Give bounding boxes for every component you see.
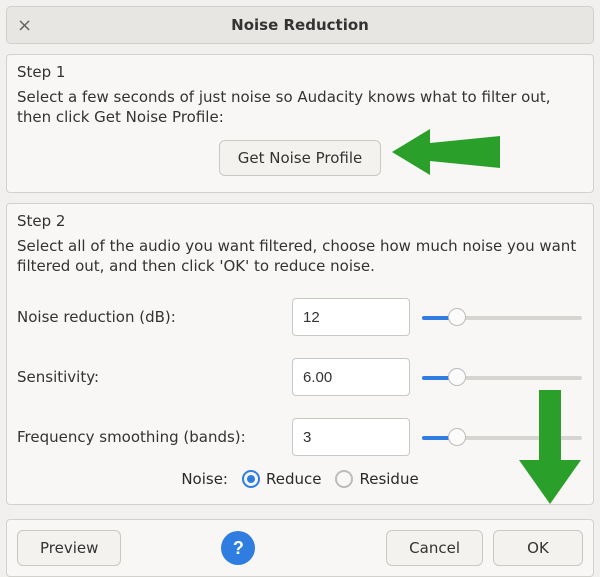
noise-mode-label: Noise: — [181, 470, 228, 488]
get-noise-profile-button[interactable]: Get Noise Profile — [219, 140, 382, 176]
noise-reduction-row: Noise reduction (dB): — [17, 298, 583, 336]
step2-group: Step 2 Select all of the audio you want … — [6, 203, 594, 506]
freq-smoothing-label: Frequency smoothing (bands): — [17, 428, 282, 446]
window-title: Noise Reduction — [7, 16, 593, 34]
titlebar: × Noise Reduction — [6, 6, 594, 44]
radio-dot-icon — [335, 470, 353, 488]
cancel-button[interactable]: Cancel — [386, 530, 483, 566]
noise-reduction-slider[interactable] — [422, 307, 582, 327]
sensitivity-input[interactable] — [292, 358, 410, 396]
step1-group: Step 1 Select a few seconds of just nois… — [6, 54, 594, 193]
freq-smoothing-slider[interactable] — [422, 427, 582, 447]
radio-dot-icon — [242, 470, 260, 488]
close-icon[interactable]: × — [17, 15, 32, 36]
action-bar: Preview ? Cancel OK — [6, 519, 594, 577]
step2-instruction: Select all of the audio you want filtere… — [17, 236, 583, 277]
radio-residue[interactable]: Residue — [335, 470, 418, 488]
sensitivity-slider[interactable] — [422, 367, 582, 387]
noise-reduction-label: Noise reduction (dB): — [17, 308, 282, 326]
radio-reduce[interactable]: Reduce — [242, 470, 321, 488]
freq-smoothing-input[interactable] — [292, 418, 410, 456]
ok-button[interactable]: OK — [493, 530, 583, 566]
radio-residue-label: Residue — [359, 470, 418, 488]
sensitivity-label: Sensitivity: — [17, 368, 282, 386]
step2-heading: Step 2 — [17, 212, 583, 230]
preview-button[interactable]: Preview — [17, 530, 121, 566]
step1-heading: Step 1 — [17, 63, 583, 81]
sensitivity-row: Sensitivity: — [17, 358, 583, 396]
noise-mode-row: Noise: Reduce Residue — [17, 470, 583, 488]
radio-reduce-label: Reduce — [266, 470, 321, 488]
noise-reduction-input[interactable] — [292, 298, 410, 336]
step1-instruction: Select a few seconds of just noise so Au… — [17, 87, 583, 128]
freq-smoothing-row: Frequency smoothing (bands): — [17, 418, 583, 456]
help-button[interactable]: ? — [221, 531, 255, 565]
